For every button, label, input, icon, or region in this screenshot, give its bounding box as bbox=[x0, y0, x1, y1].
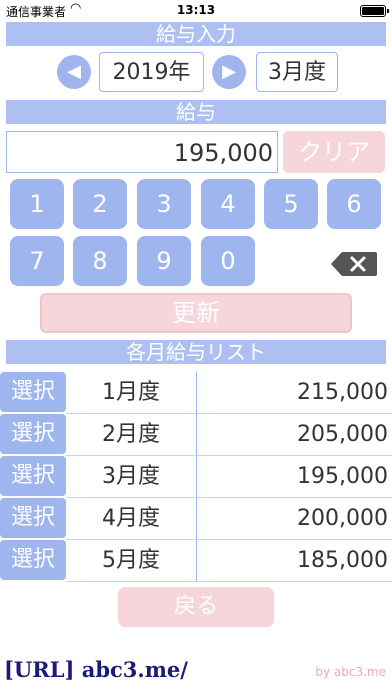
key-5[interactable]: 5 bbox=[264, 179, 318, 229]
next-year-button[interactable]: ▶ bbox=[212, 55, 246, 89]
chevron-right-icon: ▶ bbox=[222, 61, 236, 82]
backspace-icon[interactable] bbox=[330, 251, 378, 277]
salary-section-title: 給与 bbox=[6, 100, 386, 124]
month-select[interactable]: 3月度 bbox=[256, 52, 338, 92]
monthly-salary-list: 選択 1月度 215,000 選択 2月度 205,000 選択 3月度 195… bbox=[0, 372, 392, 584]
salary-input[interactable]: 195,000 bbox=[6, 131, 278, 173]
key-1[interactable]: 1 bbox=[10, 179, 64, 229]
status-bar: 通信事業者 ◠ 13:13 bbox=[0, 0, 392, 22]
list-item: 選択 4月度 200,000 bbox=[0, 498, 392, 540]
amount-cell: 205,000 bbox=[196, 414, 392, 456]
select-button[interactable]: 選択 bbox=[0, 540, 66, 580]
list-item: 選択 3月度 195,000 bbox=[0, 456, 392, 498]
back-button[interactable]: 戻る bbox=[118, 587, 274, 627]
status-time: 13:13 bbox=[176, 3, 216, 17]
list-item: 選択 5月度 185,000 bbox=[0, 540, 392, 582]
month-cell: 5月度 bbox=[66, 540, 196, 582]
select-button[interactable]: 選択 bbox=[0, 414, 66, 454]
clear-button[interactable]: クリア bbox=[283, 131, 385, 173]
battery-icon bbox=[360, 5, 389, 17]
key-9[interactable]: 9 bbox=[137, 236, 191, 286]
list-item: 選択 1月度 215,000 bbox=[0, 372, 392, 414]
select-button[interactable]: 選択 bbox=[0, 372, 66, 412]
key-4[interactable]: 4 bbox=[201, 179, 255, 229]
amount-cell: 185,000 bbox=[196, 540, 392, 582]
chevron-left-icon: ◀ bbox=[67, 61, 81, 82]
prev-year-button[interactable]: ◀ bbox=[57, 55, 91, 89]
update-button[interactable]: 更新 bbox=[40, 293, 352, 333]
key-8[interactable]: 8 bbox=[73, 236, 127, 286]
key-3[interactable]: 3 bbox=[137, 179, 191, 229]
year-display: 2019年 bbox=[99, 52, 204, 92]
page-title: 給与入力 bbox=[6, 22, 386, 46]
amount-cell: 195,000 bbox=[196, 456, 392, 498]
key-0[interactable]: 0 bbox=[201, 236, 255, 286]
key-6[interactable]: 6 bbox=[327, 179, 381, 229]
list-item: 選択 2月度 205,000 bbox=[0, 414, 392, 456]
key-2[interactable]: 2 bbox=[73, 179, 127, 229]
credit-text: by abc3.me bbox=[315, 665, 386, 679]
month-cell: 2月度 bbox=[66, 414, 196, 456]
monthly-list-title: 各月給与リスト bbox=[6, 340, 386, 364]
month-cell: 4月度 bbox=[66, 498, 196, 540]
footer-url-link[interactable]: [URL] abc3.me/ bbox=[4, 657, 188, 682]
select-button[interactable]: 選択 bbox=[0, 456, 66, 496]
month-cell: 3月度 bbox=[66, 456, 196, 498]
amount-cell: 200,000 bbox=[196, 498, 392, 540]
month-cell: 1月度 bbox=[66, 372, 196, 414]
amount-cell: 215,000 bbox=[196, 372, 392, 414]
key-7[interactable]: 7 bbox=[10, 236, 64, 286]
select-button[interactable]: 選択 bbox=[0, 498, 66, 538]
